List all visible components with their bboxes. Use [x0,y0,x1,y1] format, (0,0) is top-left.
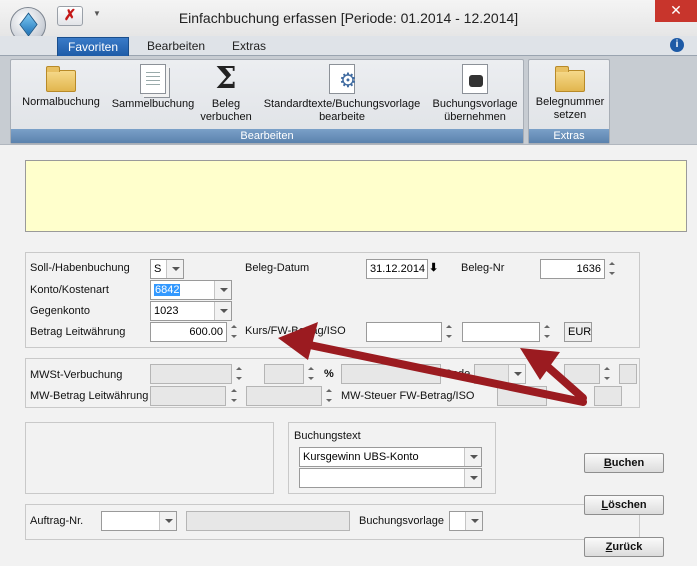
code-checkbox[interactable] [619,364,637,384]
beleg-nr-label: Beleg-Nr [461,262,505,274]
beleg-verbuchen-button[interactable]: Σ Beleg verbuchen [196,64,256,124]
mwst-text-input[interactable] [341,364,441,384]
mw-steuer-input[interactable] [497,386,547,406]
buchungsvorlage-label: Buchungsvorlage [359,515,445,527]
buchungstext-label: Buchungstext [294,430,361,442]
tab-bearbeiten[interactable]: Bearbeiten [137,37,215,57]
beleg-nr-input[interactable]: 1636 [540,259,605,279]
x-mark-icon: ✗ [63,7,77,24]
binoculars-document-icon [462,64,488,94]
ribbon-group-bearbeiten: Normalbuchung Sammelbuchung Σ Beleg verb… [10,59,524,144]
loeschen-button[interactable]: Löschen [584,495,664,515]
belegnummer-setzen-label: Belegnummer setzen [535,96,605,121]
buchen-button[interactable]: Buchen [584,453,664,473]
chevron-down-icon[interactable] [166,260,183,278]
mw-betrag-spinner-2[interactable] [324,386,335,406]
gegenkonto-label: Gegenkonto [30,305,90,317]
sigma-icon: Σ [215,61,237,96]
betrag-spinner[interactable] [229,322,240,342]
standardtexte-button[interactable]: Standardtexte/Buchungsvorlage bearbeite [255,64,429,124]
sammelbuchung-button[interactable]: Sammelbuchung [105,64,201,111]
beleg-datum-input[interactable]: 31.12.2014 [366,259,428,279]
auftrag-select[interactable] [101,511,177,531]
quick-access-dropdown-icon[interactable]: ▼ [93,9,101,18]
info-icon[interactable]: i [670,38,684,52]
info-panel [25,422,274,494]
normalbuchung-label: Normalbuchung [22,96,100,108]
calendar-arrow-icon[interactable]: ⬇ [429,261,438,274]
percent-label: % [324,368,334,380]
mw-betrag-label: MW-Betrag Leitwährung [30,390,149,402]
mw-steuer-iso[interactable] [594,386,622,406]
auftrag-label: Auftrag-Nr. [30,515,84,527]
mwst-percent-spinner[interactable] [306,364,317,384]
quick-access-cancel-button[interactable]: ✗ [57,6,83,26]
soll-haben-label: Soll-/Habenbuchung [30,262,130,274]
chevron-down-icon[interactable] [465,512,482,530]
code-extra-input[interactable] [564,364,600,384]
buchungstext-select-2[interactable] [299,468,482,488]
mw-betrag-input-2[interactable] [246,386,322,406]
zurueck-button[interactable]: Zurück [584,537,664,557]
mwst-label: MWSt-Verbuchung [30,369,123,381]
code-select[interactable] [474,364,526,384]
beleg-nr-spinner[interactable] [607,259,618,279]
folder-icon [46,66,76,92]
mwst-percent-input[interactable] [264,364,304,384]
chevron-down-icon[interactable] [214,302,231,320]
mw-betrag-spinner[interactable] [229,386,240,406]
chevron-down-icon[interactable] [464,469,481,487]
close-button[interactable]: ✕ [655,0,697,22]
sammelbuchung-label: Sammelbuchung [111,98,195,110]
konto-select[interactable]: 6842 [150,280,232,300]
beleg-verbuchen-label: Beleg verbuchen [200,98,252,123]
mw-betrag-input[interactable] [150,386,226,406]
fw-betrag-input[interactable] [462,322,540,342]
buchungsvorlage-select[interactable] [449,511,483,531]
tab-favoriten[interactable]: Favoriten [57,37,130,57]
ribbon-group-caption: Bearbeiten [11,129,523,143]
documents-icon [140,64,166,94]
mwst-spinner[interactable] [234,364,245,384]
folder-icon [555,66,585,92]
close-icon: ✕ [670,2,682,18]
beleg-datum-label: Beleg-Datum [245,262,310,274]
betrag-label: Betrag Leitwährung [30,326,126,338]
buchungstext-select-1[interactable]: Kursgewinn UBS-Konto [299,447,482,467]
kurs-input[interactable] [366,322,442,342]
gear-document-icon [329,64,357,94]
fw-betrag-spinner[interactable] [542,322,553,342]
kurs-spinner[interactable] [444,322,455,342]
ribbon: Normalbuchung Sammelbuchung Σ Beleg verb… [0,56,697,144]
window-title: Einfachbuchung erfassen [Periode: 01.201… [178,10,519,26]
auftrag-description [186,511,350,531]
ribbon-group-caption: Extras [529,129,609,143]
tab-extras[interactable]: Extras [222,37,276,57]
betrag-input[interactable]: 600.00 [150,322,227,342]
chevron-down-icon[interactable] [159,512,176,530]
code-spinner[interactable] [602,364,613,384]
cube-icon [19,12,38,37]
gegenkonto-select[interactable]: 1023 [150,301,232,321]
kurs-label: Kurs/FW-Betrag/ISO [245,325,346,337]
iso-field[interactable]: EUR [564,322,592,342]
ribbon-group-extras: Belegnummer setzen Extras [528,59,610,144]
mw-steuer-label: MW-Steuer FW-Betrag/ISO [341,390,475,402]
code-label: Code [444,368,471,380]
buchungsvorlage-uebernehmen-button[interactable]: Buchungsvorlage übernehmen [425,64,525,124]
normalbuchung-button[interactable]: Normalbuchung [16,64,106,109]
standardtexte-label: Standardtexte/Buchungsvorlage bearbeite [263,98,421,123]
chevron-down-icon[interactable] [464,448,481,466]
belegnummer-setzen-button[interactable]: Belegnummer setzen [531,64,609,122]
chevron-down-icon[interactable] [508,365,525,383]
konto-label: Konto/Kostenart [30,284,109,296]
mwst-input[interactable] [150,364,232,384]
chevron-down-icon[interactable] [214,281,231,299]
buchungsvorlage-uebernehmen-label: Buchungsvorlage übernehmen [432,98,518,123]
message-panel [25,160,687,232]
soll-haben-select[interactable]: S [150,259,184,279]
